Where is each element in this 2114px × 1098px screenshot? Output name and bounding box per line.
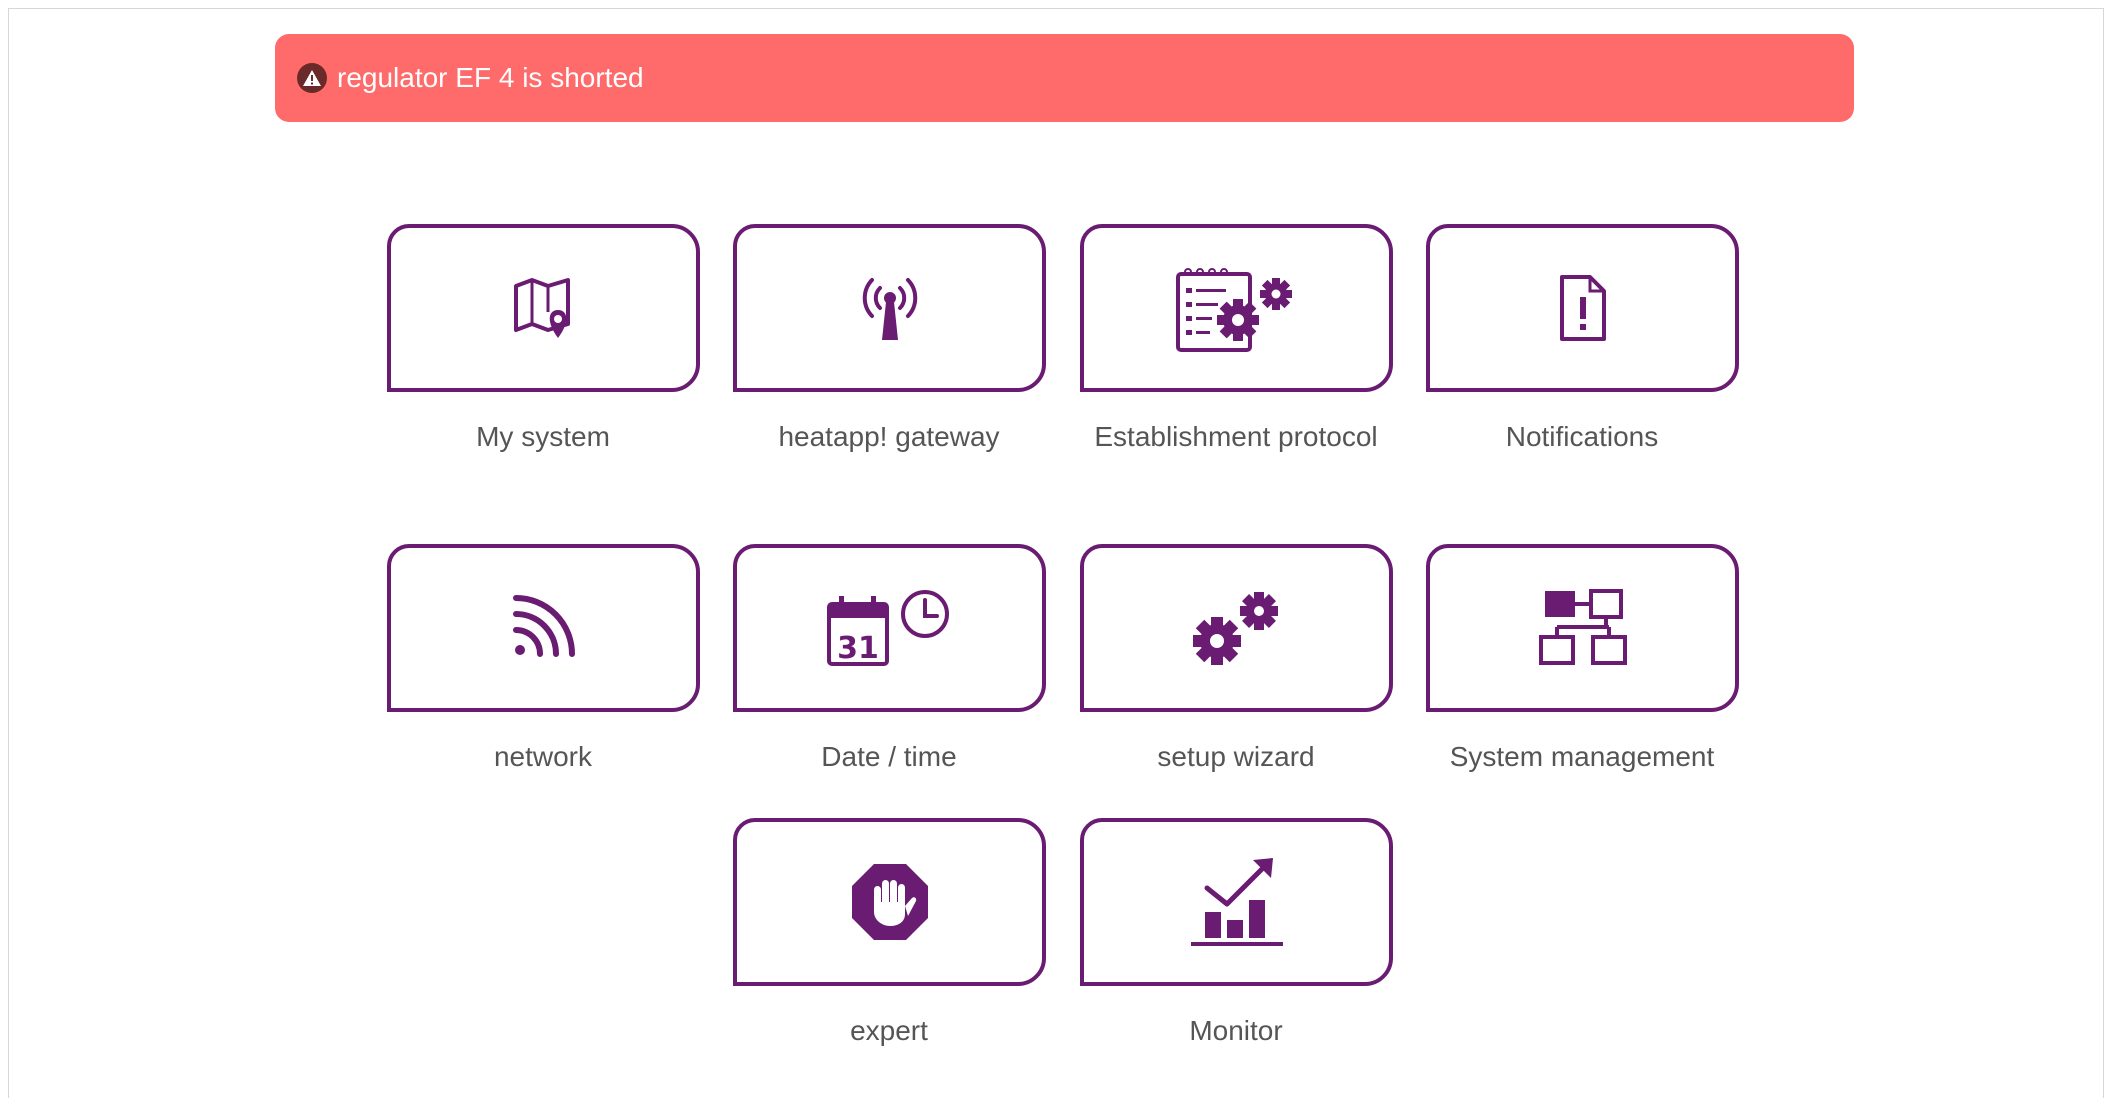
warning-icon xyxy=(297,63,327,93)
tile-label: network xyxy=(493,741,593,772)
establishment-protocol-tile[interactable] xyxy=(1080,224,1393,392)
network-hierarchy-icon xyxy=(1538,589,1627,665)
gears-icon xyxy=(1192,592,1278,665)
date-time-tile[interactable]: 31 xyxy=(733,544,1046,712)
my-system-tile[interactable] xyxy=(387,224,700,392)
tile-label: expert xyxy=(850,1015,928,1046)
alert-banner: regulator EF 4 is shorted xyxy=(275,34,1854,122)
tile-label: setup wizard xyxy=(1157,741,1315,772)
notifications-tile[interactable] xyxy=(1426,224,1739,392)
stop-hand-icon xyxy=(851,864,928,940)
calendar-clock-icon: 31 xyxy=(826,590,949,666)
expert-tile[interactable] xyxy=(733,818,1046,986)
antenna-signal-icon xyxy=(862,278,917,340)
map-pin-icon xyxy=(513,278,570,338)
tile-label: My system xyxy=(476,421,610,452)
protocol-gears-icon xyxy=(1175,268,1292,352)
page-frame xyxy=(8,8,2104,1098)
chart-trend-icon xyxy=(1190,858,1283,946)
notification-document-icon xyxy=(1559,275,1606,341)
tile-label: heatapp! gateway xyxy=(778,421,1000,452)
wireless-signal-icon xyxy=(512,595,575,657)
tile-label: Notifications xyxy=(1505,421,1659,452)
heatapp-gateway-tile[interactable] xyxy=(733,224,1046,392)
system-management-tile[interactable] xyxy=(1426,544,1739,712)
tile-label: System management xyxy=(1449,741,1715,772)
setup-wizard-tile[interactable] xyxy=(1080,544,1393,712)
tile-label: Date / time xyxy=(821,741,957,772)
monitor-tile[interactable] xyxy=(1080,818,1393,986)
tile-label: Establishment protocol xyxy=(1094,421,1378,452)
network-tile[interactable] xyxy=(387,544,700,712)
svg-text:31: 31 xyxy=(837,631,879,666)
tile-label: Monitor xyxy=(1189,1015,1283,1046)
alert-text: regulator EF 4 is shorted xyxy=(337,62,644,93)
